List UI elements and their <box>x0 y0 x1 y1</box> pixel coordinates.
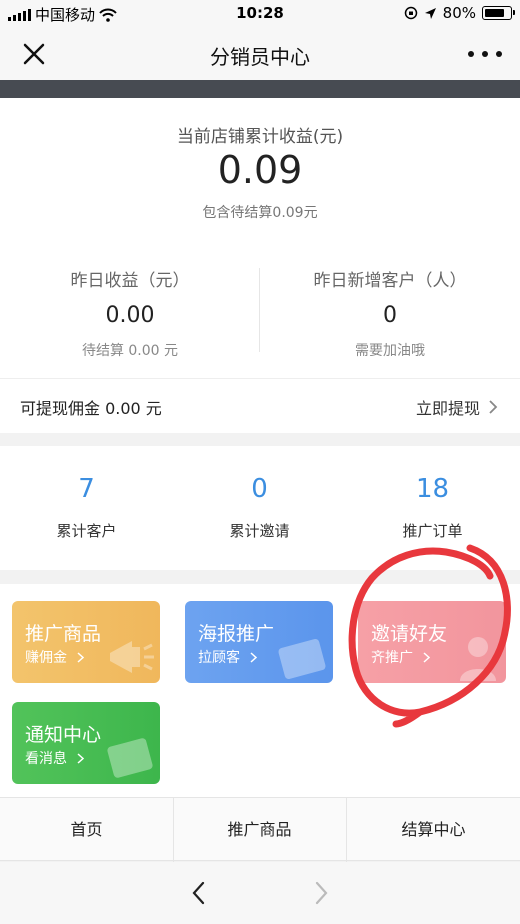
yesterday-income-label: 昨日收益（元） <box>70 271 190 291</box>
promote-goods-tile[interactable]: 推广商品 赚佣金 <box>12 601 160 683</box>
status-right: 80% <box>404 4 515 22</box>
message-icon <box>107 738 153 778</box>
new-customers-value: 0 <box>383 303 397 328</box>
poster-promo-sub-label: 拉顾客 <box>198 650 240 666</box>
new-customers-note: 需要加油哦 <box>355 343 425 359</box>
feature-tiles: 推广商品 赚佣金 海报推广 拉顾客 邀请好友 齐推广 通知中心 看消息 <box>0 584 520 797</box>
megaphone-icon <box>110 641 154 673</box>
person-icon <box>460 637 496 681</box>
tab-home[interactable]: 首页 <box>0 798 173 862</box>
bottom-tab-bar: 首页 推广商品 结算中心 <box>0 797 520 862</box>
count-customers[interactable]: 7 累计客户 <box>0 474 173 541</box>
notice-center-sub: 看消息 <box>25 748 84 768</box>
notice-center-tile[interactable]: 通知中心 看消息 <box>12 702 160 784</box>
poster-promo-title: 海报推广 <box>198 623 275 645</box>
promote-goods-title: 推广商品 <box>25 623 102 645</box>
promote-goods-sub-label: 赚佣金 <box>25 650 67 666</box>
earnings-card: 当前店铺累计收益(元) 0.09 包含待结算0.09元 昨日收益（元） 0.00… <box>0 98 520 433</box>
forward-icon[interactable] <box>308 880 334 906</box>
chevron-right-icon <box>250 651 257 663</box>
count-customers-label: 累计客户 <box>56 522 117 540</box>
count-orders-label: 推广订单 <box>402 522 463 540</box>
notice-center-title: 通知中心 <box>25 724 102 746</box>
more-icon[interactable] <box>468 40 502 68</box>
withdraw-button[interactable]: 立即提现 <box>416 395 498 419</box>
total-earnings-note: 包含待结算0.09元 <box>202 205 318 221</box>
location-icon <box>424 7 436 19</box>
browser-toolbar <box>0 862 520 924</box>
page-title: 分销员中心 <box>210 45 310 69</box>
poster-icon <box>278 639 326 679</box>
count-invites-value: 0 <box>251 474 268 504</box>
promote-goods-sub: 赚佣金 <box>25 647 84 667</box>
notice-center-sub-label: 看消息 <box>25 751 67 767</box>
yesterday-income: 昨日收益（元） 0.00 待结算 0.00 元 <box>0 266 260 360</box>
new-customers: 昨日新增客户（人） 0 需要加油哦 <box>260 266 520 360</box>
chevron-right-icon <box>77 752 84 764</box>
stats-counts: 7 累计客户 0 累计邀请 18 推广订单 <box>0 446 520 570</box>
poster-promo-sub: 拉顾客 <box>198 647 257 667</box>
total-earnings-label: 当前店铺累计收益(元) <box>176 127 344 147</box>
invite-friends-title: 邀请好友 <box>371 623 448 645</box>
yesterday-income-value: 0.00 <box>105 303 155 328</box>
battery-icon <box>482 6 515 20</box>
battery-percent: 80% <box>442 4 476 22</box>
count-customers-value: 7 <box>78 474 95 504</box>
status-bar: 中国移动 10:28 80% <box>0 0 520 28</box>
tab-settlement[interactable]: 结算中心 <box>347 798 520 862</box>
poster-promo-tile[interactable]: 海报推广 拉顾客 <box>185 601 333 683</box>
tab-promote-goods[interactable]: 推广商品 <box>173 798 346 862</box>
withdraw-row[interactable]: 可提现佣金 0.00 元 立即提现 <box>0 378 520 433</box>
chevron-right-icon <box>77 651 84 663</box>
count-orders-value: 18 <box>415 474 450 504</box>
yesterday-income-note: 待结算 0.00 元 <box>81 343 179 359</box>
count-invites-label: 累计邀请 <box>229 522 290 540</box>
invite-friends-sub: 齐推广 <box>371 647 430 667</box>
invite-friends-tile[interactable]: 邀请好友 齐推广 <box>358 601 506 683</box>
invite-friends-sub-label: 齐推广 <box>371 650 413 666</box>
withdraw-label: 立即提现 <box>415 399 480 418</box>
new-customers-label: 昨日新增客户（人） <box>313 271 467 291</box>
nav-bar: 分销员中心 <box>0 28 520 80</box>
withdrawable-commission: 可提现佣金 0.00 元 <box>20 399 162 418</box>
total-earnings-value: 0.09 <box>217 148 303 192</box>
chevron-right-icon <box>423 651 430 663</box>
chevron-right-icon <box>489 400 498 414</box>
count-invites[interactable]: 0 累计邀请 <box>173 474 346 541</box>
back-icon[interactable] <box>186 880 212 906</box>
count-orders[interactable]: 18 推广订单 <box>346 474 519 541</box>
header-band <box>0 80 520 98</box>
orientation-lock-icon <box>404 6 417 20</box>
